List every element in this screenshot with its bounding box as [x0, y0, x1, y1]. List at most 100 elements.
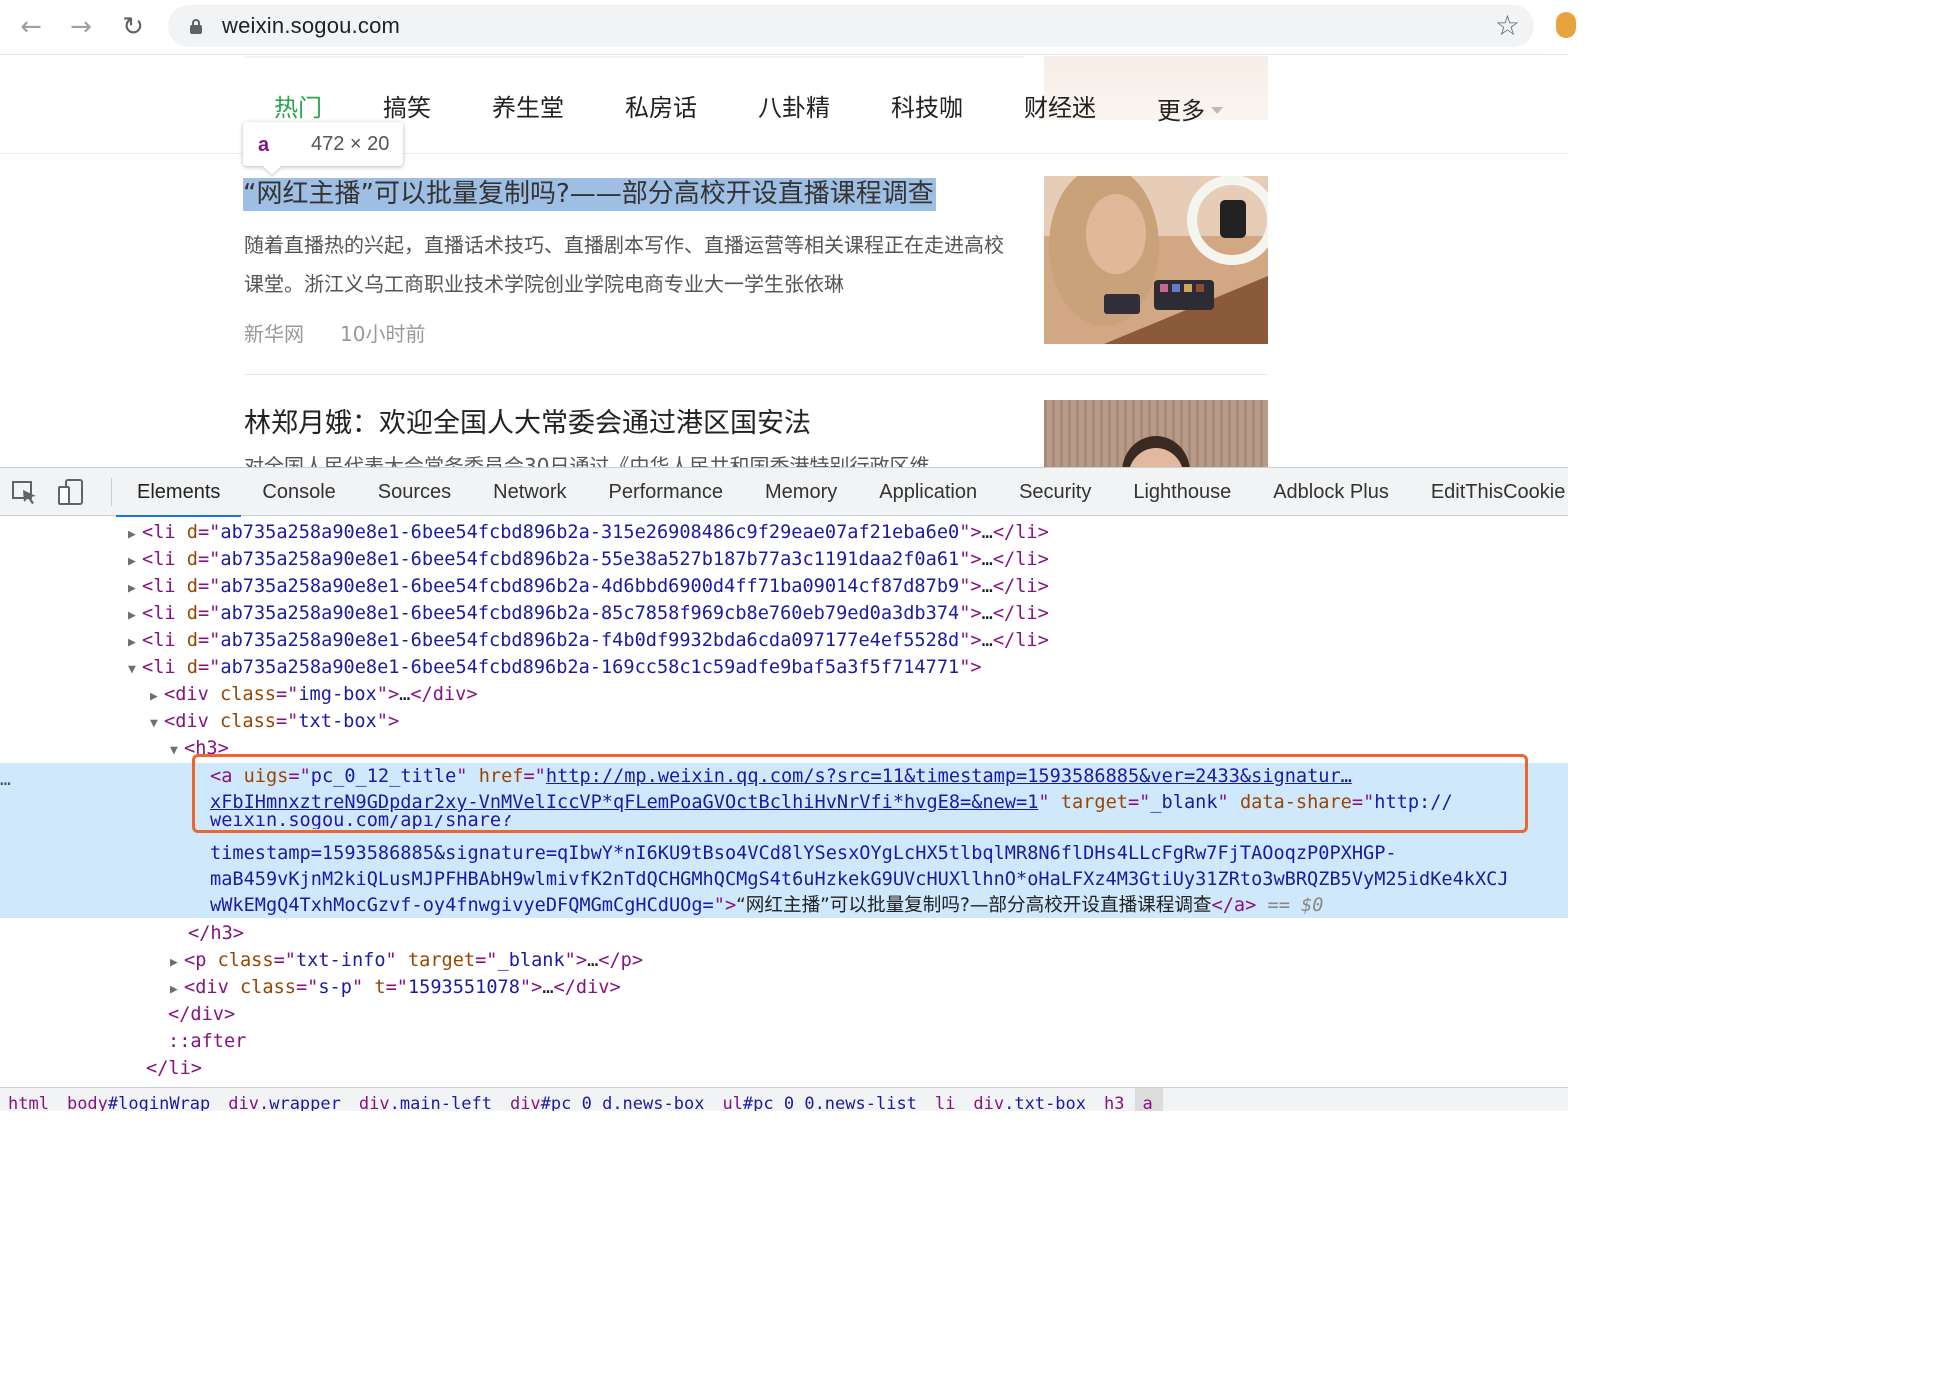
tree-node-li-close[interactable]: </li> [146, 1055, 202, 1082]
tree-node-div-s-p[interactable]: ▶ <div class="s-p" t="1593551078">…</div> [170, 974, 621, 1001]
tab-memory[interactable]: Memory [744, 468, 858, 516]
device-toolbar-icon[interactable] [56, 478, 86, 506]
article-summary-2: 对全国人民代表大会常务委员会30日通过《中华人民共和国香港特别行政区维 [244, 454, 1009, 467]
extension-icon[interactable] [1556, 12, 1576, 38]
tree-node-anchor-line5: maB459vKjnM2kiQLusMJPFHBAbH9wlmivfK2nTdQ… [210, 866, 1509, 893]
tree-node-img-box[interactable]: ▶ <div class="img-box">…</div> [150, 681, 478, 708]
reload-icon: ↻ [122, 12, 144, 42]
breadcrumb-div-txt-box[interactable]: div.txt-box [965, 1088, 1096, 1111]
tree-node-li-expanded[interactable]: ▼ <li d="ab735a258a90e8e1-6bee54fcbd896b2… [128, 654, 982, 681]
devtools-panel: Elements Console Sources Network Perform… [0, 467, 1568, 1111]
nav-item-more[interactable]: 更多 [1157, 88, 1223, 128]
article-thumbnail-2[interactable] [1044, 400, 1268, 467]
breadcrumb-div-news-box[interactable]: div#pc_0_d.news-box [502, 1088, 714, 1111]
nav-item-tech[interactable]: 科技咖 [891, 88, 963, 128]
li-id-value: ab735a258a90e8e1-6bee54fcbd896b2a-4d6bbd… [220, 576, 960, 597]
tab-sources[interactable]: Sources [357, 468, 472, 516]
console-ref: == $0 [1256, 895, 1324, 916]
nav-more-label: 更多 [1157, 96, 1205, 125]
breadcrumb-body[interactable]: body#loginWrap [59, 1088, 220, 1111]
tab-elements[interactable]: Elements [116, 468, 242, 517]
article-summary-2-text: 对全国人民代表大会常务委员会30日通过《中华人民共和国香港特别行政区维 [244, 454, 930, 467]
address-bar[interactable]: weixin.sogou.com ☆ [168, 5, 1534, 47]
article-title-link-2[interactable]: 林郑月娥：欢迎全国人大常委会通过港区国安法 [244, 401, 811, 440]
tree-node-li[interactable]: ▶ <li d="ab735a258a90e8e1-6bee54fcbd896b2… [128, 573, 1049, 600]
browser-toolbar: ← → ↻ weixin.sogou.com ☆ [0, 0, 1576, 55]
tree-node-txt-box[interactable]: ▼ <div class="txt-box"> [150, 708, 399, 735]
url-text[interactable]: weixin.sogou.com [222, 13, 400, 39]
tree-node-li[interactable]: ▶ <li d="ab735a258a90e8e1-6bee54fcbd896b2… [128, 600, 1049, 627]
tree-node-li[interactable]: ▶ <li d="ab735a258a90e8e1-6bee54fcbd896b2… [128, 519, 1049, 546]
breadcrumb-div-main-left[interactable]: div.main-left [351, 1088, 502, 1111]
sp-class-value: s-p [318, 977, 352, 998]
forward-arrow-icon: → [70, 12, 92, 42]
li-id-value: ab735a258a90e8e1-6bee54fcbd896b2a-55e38a… [220, 549, 960, 570]
article-title-link[interactable]: “网红主播”可以批量复制吗?——部分高校开设直播课程调查 [243, 178, 936, 211]
tree-node-h3-close[interactable]: </h3> [188, 920, 244, 947]
devtools-tabs: Elements Console Sources Network Perform… [116, 468, 1587, 517]
tree-node-li[interactable]: ▶ <li d="ab735a258a90e8e1-6bee54fcbd896b2… [128, 627, 1049, 654]
breadcrumb-ul-news-list[interactable]: ul#pc_0_0.news-list [714, 1088, 926, 1111]
back-button[interactable]: ← [14, 10, 48, 44]
breadcrumb-html[interactable]: html [0, 1088, 59, 1111]
p-class-value: txt-info [295, 950, 386, 971]
tab-network[interactable]: Network [472, 468, 587, 516]
article-summary: 随着直播热的兴起，直播话术技巧、直播剧本写作、直播运营等相关课程正在走进高校课堂… [244, 233, 1004, 296]
tab-editthiscookie[interactable]: EditThisCookie [1410, 468, 1587, 516]
li-id-value: ab735a258a90e8e1-6bee54fcbd896b2a-85c785… [220, 603, 960, 624]
tab-adblock-plus[interactable]: Adblock Plus [1252, 468, 1410, 516]
tab-performance[interactable]: Performance [588, 468, 745, 516]
tooltip-dimensions: 472 × 20 [311, 133, 390, 155]
tree-node-div-close[interactable]: </div> [168, 1001, 235, 1028]
li-id-value: ab735a258a90e8e1-6bee54fcbd896b2a-315e26… [220, 522, 960, 543]
article-divider [244, 374, 1268, 375]
lock-icon[interactable] [190, 19, 202, 34]
tab-security[interactable]: Security [998, 468, 1112, 516]
tree-node-p-txt-info[interactable]: ▶ <p class="txt-info" target="_blank">…</… [170, 947, 643, 974]
nav-item-gossip[interactable]: 八卦精 [758, 88, 830, 128]
nav-item-finance[interactable]: 财经迷 [1024, 88, 1096, 128]
tree-node-li[interactable]: ▶ <li d="ab735a258a90e8e1-6bee54fcbd896b2… [128, 546, 1049, 573]
tab-console[interactable]: Console [241, 468, 356, 516]
toolbar-separator [111, 478, 112, 506]
p-target-value: _blank [497, 950, 565, 971]
data-share-value-3: timestamp=1593586885&signature=qIbwY*nI6… [210, 843, 1397, 864]
back-arrow-icon: ← [20, 12, 42, 42]
forward-button[interactable]: → [64, 10, 98, 44]
dom-breadcrumbs: html body#loginWrap div.wrapper div.main-le… [0, 1087, 1568, 1111]
tree-node-anchor-line6[interactable]: wWkEMgQ4TxhMocGzvf-oy4fnwgivyeDFQMGmCgHC… [210, 892, 1324, 919]
data-share-value-5: wWkEMgQ4TxhMocGzvf-oy4fnwgivyeDFQMGmCgHC… [210, 895, 714, 916]
inspector-element-tooltip: a 472 × 20 [243, 122, 403, 175]
article-thumbnail-image [1044, 176, 1268, 344]
inspect-element-icon[interactable] [10, 478, 40, 506]
breadcrumb-h3[interactable]: h3 [1096, 1088, 1134, 1111]
nav-divider [0, 153, 1568, 154]
tab-lighthouse[interactable]: Lighthouse [1112, 468, 1252, 516]
category-nav: 热门 搞笑 养生堂 私房话 八卦精 科技咖 财经迷 更多 [274, 88, 1284, 128]
data-share-value-4: maB459vKjnM2kiQLusMJPFHBAbH9wlmivfK2nTdQ… [210, 869, 1509, 890]
tree-node-after-pseudo[interactable]: ::after [168, 1028, 246, 1055]
nav-item-health[interactable]: 养生堂 [492, 88, 564, 128]
reload-button[interactable]: ↻ [116, 10, 150, 44]
nav-item-private[interactable]: 私房话 [625, 88, 697, 128]
article-meta: 新华网 10小时前 [244, 318, 425, 347]
sp-t-value: 1593551078 [407, 977, 520, 998]
caret-down-icon [1211, 106, 1223, 114]
elements-tree: … ▶ <li d="ab735a258a90e8e1-6bee54fcbd896… [0, 517, 1568, 1087]
annotation-highlight-box [192, 754, 1528, 833]
tab-application[interactable]: Application [858, 468, 998, 516]
breadcrumb-li[interactable]: li [927, 1088, 965, 1111]
tree-node-anchor-line4: timestamp=1593586885&signature=qIbwY*nI6… [210, 840, 1397, 867]
article-thumbnail[interactable] [1044, 176, 1268, 344]
breadcrumb-div-wrapper[interactable]: div.wrapper [220, 1088, 351, 1111]
bookmark-star-icon[interactable]: ☆ [1495, 9, 1520, 42]
devtools-toolbar: Elements Console Sources Network Perform… [0, 468, 1568, 517]
node-options-ellipsis[interactable]: … [0, 769, 11, 790]
tooltip-tag: a [258, 134, 270, 156]
anchor-text: “网红主播”可以批量复制吗?—部分高校开设直播课程调查 [736, 895, 1212, 916]
article-source[interactable]: 新华网 [244, 322, 304, 346]
scrolled-content-remnant [244, 56, 1024, 58]
li-id-value: ab735a258a90e8e1-6bee54fcbd896b2a-f4b0df… [220, 630, 960, 651]
breadcrumb-a[interactable]: a [1134, 1088, 1163, 1111]
li-id-value: ab735a258a90e8e1-6bee54fcbd896b2a-169cc5… [220, 657, 960, 678]
